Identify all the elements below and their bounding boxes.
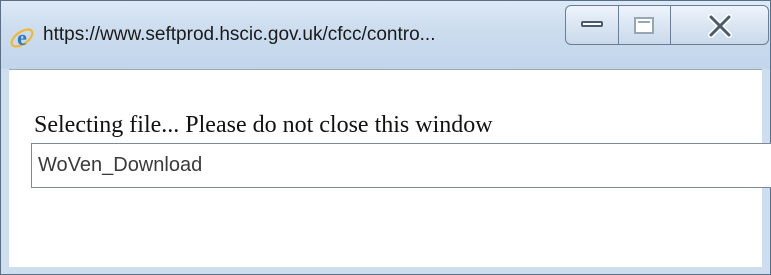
internet-explorer-icon: e — [10, 25, 34, 50]
caption-buttons — [565, 5, 769, 45]
maximize-button[interactable] — [619, 5, 671, 45]
minimize-button[interactable] — [565, 5, 619, 45]
file-name-field[interactable] — [31, 143, 771, 188]
close-icon — [708, 14, 732, 38]
close-button[interactable] — [671, 5, 769, 45]
title-bar[interactable]: e https://www.seftprod.hscic.gov.uk/cfcc… — [1, 1, 770, 69]
window-title: https://www.seftprod.hscic.gov.uk/cfcc/c… — [43, 24, 436, 45]
svg-text:e: e — [17, 25, 27, 50]
window-content: Selecting file... Please do not close th… — [9, 69, 771, 267]
status-message: Selecting file... Please do not close th… — [34, 112, 493, 138]
maximize-icon — [634, 17, 654, 34]
popup-window: e https://www.seftprod.hscic.gov.uk/cfcc… — [0, 0, 771, 275]
minimize-icon — [581, 21, 603, 27]
